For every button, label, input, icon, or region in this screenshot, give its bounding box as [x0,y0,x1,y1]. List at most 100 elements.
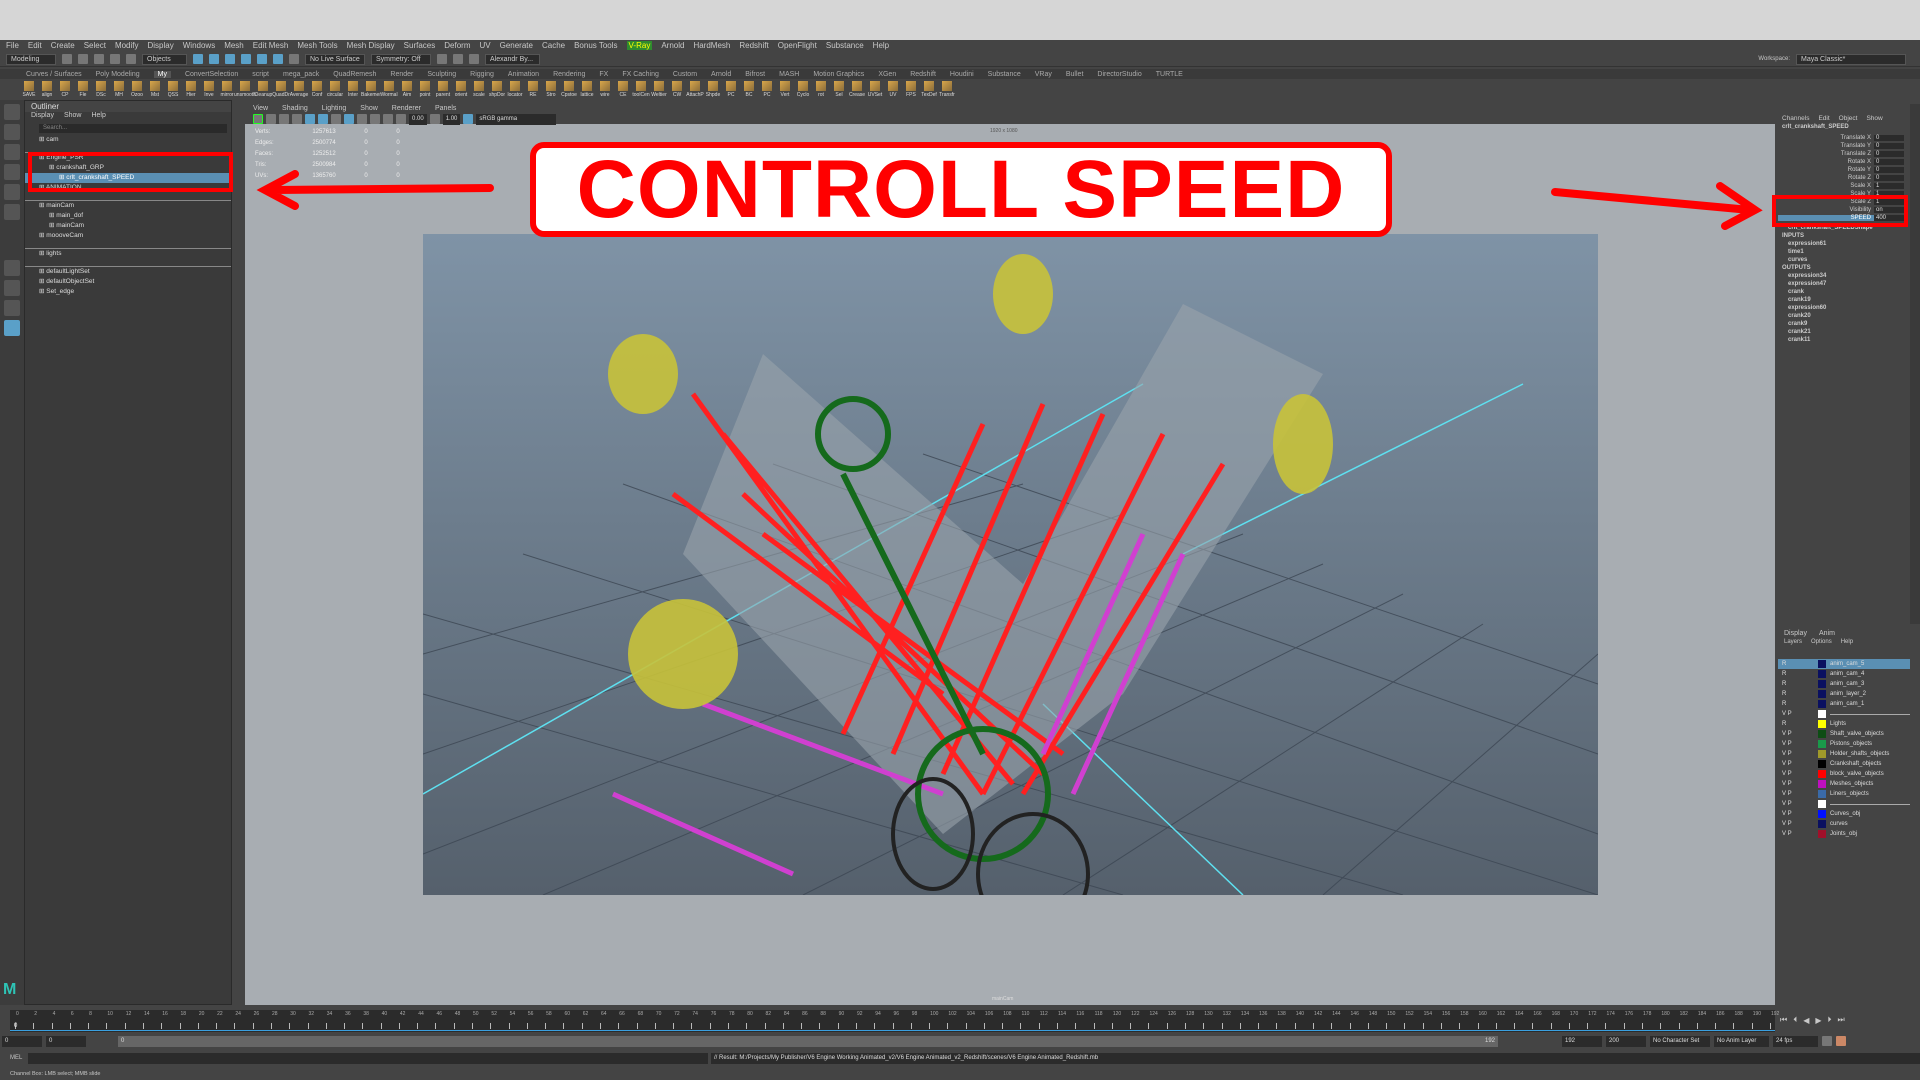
layer-color-swatch[interactable] [1818,770,1826,778]
connected-node[interactable]: crank [1778,289,1910,297]
layer-color-swatch[interactable] [1818,800,1826,808]
layer-visibility-toggle[interactable]: V P [1778,741,1818,747]
outliner-item[interactable]: ⊞ defaultObjectSet [25,277,231,287]
snap-curve-icon[interactable] [257,54,267,64]
open-scene-icon[interactable] [78,54,88,64]
shelf-button[interactable]: Average [290,81,308,98]
shelf-button[interactable]: parent [436,81,450,98]
menu-select[interactable]: Select [84,41,106,50]
shelf-button[interactable]: BC [742,81,756,98]
shelf-button[interactable]: UVSet [868,81,882,98]
select-by-hierarchy-icon[interactable] [193,54,203,64]
shelf-tab-xgen[interactable]: XGen [878,71,896,78]
channel-attribute-value[interactable]: 0 [1874,143,1904,149]
shelf-button[interactable]: Fle [76,81,90,98]
layer-visibility-toggle[interactable]: V P [1778,801,1818,807]
menu-create[interactable]: Create [51,41,75,50]
connected-node[interactable]: expression47 [1778,281,1910,289]
shelf-button[interactable]: Ozoo [130,81,144,98]
save-scene-icon[interactable] [94,54,104,64]
layer-row[interactable]: V P curves [1778,819,1910,829]
connected-node[interactable]: expression34 [1778,273,1910,281]
shelf-button[interactable]: UV [886,81,900,98]
scene-end-field[interactable]: 200 [1606,1035,1646,1047]
move-tool-icon[interactable] [4,164,20,180]
smooth-shade-icon[interactable] [318,114,328,124]
layer-visibility-toggle[interactable]: V P [1778,831,1818,837]
undo-icon[interactable] [110,54,120,64]
layer-visibility-toggle[interactable]: V P [1778,791,1818,797]
go-to-end-icon[interactable]: ⏭ [1838,1015,1845,1025]
shelf-tab-custom[interactable]: Custom [673,71,697,78]
outliner-menu-show[interactable]: Show [64,112,82,122]
channel-attribute-row[interactable]: Rotate X0 [1778,158,1910,166]
layer-visibility-toggle[interactable]: V P [1778,811,1818,817]
outliner-menu-help[interactable]: Help [91,112,105,122]
shelf-tab-substance[interactable]: Substance [988,71,1021,78]
lasso-tool-icon[interactable] [4,124,20,140]
four-pane-layout-icon[interactable] [4,280,20,296]
layer-color-swatch[interactable] [1818,700,1826,708]
shelf-button[interactable]: Sel [832,81,846,98]
layer-visibility-toggle[interactable]: V P [1778,771,1818,777]
isolate-select-icon[interactable] [383,114,393,124]
menu-surfaces[interactable]: Surfaces [404,41,436,50]
outliner-item[interactable]: ⊞ moooveCam [25,231,231,241]
layer-tab-display[interactable]: Display [1784,630,1807,637]
shelf-tab-convertselection[interactable]: ConvertSelection [185,71,238,78]
layer-menu-layers[interactable]: Layers [1784,639,1802,645]
channel-attribute-row[interactable]: Rotate Y0 [1778,166,1910,174]
gamma-field[interactable]: 1.00 [442,113,461,125]
outliner-item[interactable]: ⊞ main_dof [25,211,231,221]
connected-node[interactable]: crank20 [1778,313,1910,321]
viewport-menu-show[interactable]: Show [360,104,378,114]
channel-attribute-row[interactable]: Rotate Z0 [1778,174,1910,182]
outliner-item[interactable]: ⊞ cam [25,135,231,145]
menu-openflight[interactable]: OpenFlight [778,41,817,50]
shelf-tab-redshift[interactable]: Redshift [910,71,936,78]
shelf-button[interactable]: Shpde [706,81,720,98]
symmetry-dropdown[interactable]: Symmetry: Off [371,53,431,65]
layer-row[interactable]: V P Liners_objects [1778,789,1910,799]
menu-modify[interactable]: Modify [115,41,139,50]
live-surface-field[interactable]: No Live Surface [305,53,365,65]
selection-mode-dropdown[interactable]: Objects [142,53,187,65]
shelf-tab-mega_pack[interactable]: mega_pack [283,71,319,78]
bookmark-icon[interactable] [279,114,289,124]
shelf-tab-my[interactable]: My [153,70,171,78]
snap-grid-icon[interactable] [241,54,251,64]
auto-key-icon[interactable] [1836,1036,1846,1046]
menu-cache[interactable]: Cache [542,41,565,50]
menu-mesh-tools[interactable]: Mesh Tools [297,41,337,50]
shelf-button[interactable]: QuadDr [272,81,290,98]
menu-mesh[interactable]: Mesh [224,41,244,50]
outliner-menu-display[interactable]: Display [31,112,54,122]
channel-attribute-name[interactable]: Translate Y [1778,143,1874,149]
snap-point-icon[interactable] [273,54,283,64]
shelf-tab-directorstudio[interactable]: DirectorStudio [1097,71,1141,78]
shelf-button[interactable]: Aim [400,81,414,98]
shelf-button[interactable]: Hier [184,81,198,98]
layer-visibility-toggle[interactable]: V P [1778,731,1818,737]
viewport-menu-view[interactable]: View [253,104,268,114]
shelf-button[interactable]: align [40,81,54,98]
command-language-label[interactable]: MEL [0,1055,28,1061]
shelf-tab-motion-graphics[interactable]: Motion Graphics [813,71,864,78]
layer-color-swatch[interactable] [1818,720,1826,728]
layer-row[interactable]: Ranim_cam_1 [1778,699,1910,709]
layer-row[interactable]: R Lights [1778,719,1910,729]
anim-layer-dropdown[interactable]: No Anim Layer [1714,1035,1769,1047]
menu-edit[interactable]: Edit [28,41,42,50]
layer-color-swatch[interactable] [1818,710,1826,718]
channel-attribute-value[interactable]: 0 [1874,151,1904,157]
range-slider[interactable]: 0 192 [118,1035,1498,1047]
color-space-dropdown[interactable]: sRGB gamma [476,113,557,125]
layer-visibility-toggle[interactable]: V P [1778,821,1818,827]
shelf-button[interactable]: FPS [904,81,918,98]
layer-color-swatch[interactable] [1818,780,1826,788]
layer-color-swatch[interactable] [1818,690,1826,698]
layer-visibility-toggle[interactable]: V P [1778,711,1818,717]
shelf-button[interactable]: mirror [220,81,234,98]
shelf-tab-fx[interactable]: FX [599,71,608,78]
layer-row[interactable]: V P Crankshaft_objects [1778,759,1910,769]
